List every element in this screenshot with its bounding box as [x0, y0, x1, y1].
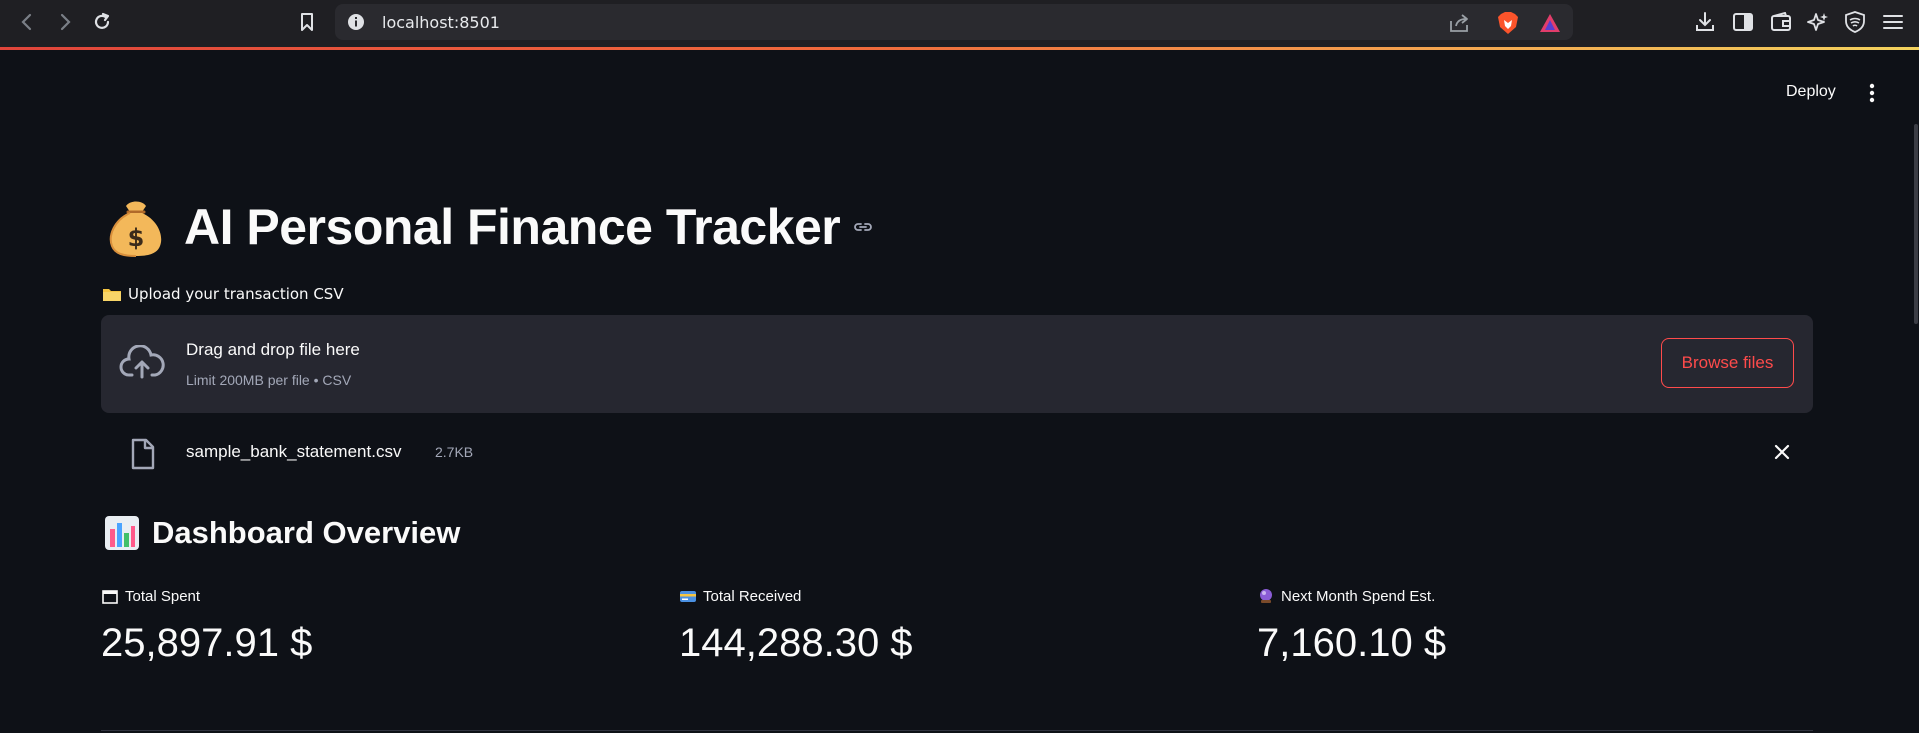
- metric-value: 25,897.91 $: [101, 621, 313, 665]
- page-load-accent-bar: [0, 47, 1919, 50]
- metric-value: 7,160.10 $: [1257, 621, 1447, 665]
- uploaded-file-size: 2.7KB: [435, 444, 474, 460]
- uploaded-file-name: sample_bank_statement.csv: [186, 442, 402, 461]
- bookmark-icon[interactable]: [293, 8, 321, 36]
- browser-toolbar: localhost:8501: [0, 0, 1919, 50]
- uploaded-file-row: sample_bank_statement.csv 2.7KB: [101, 432, 1813, 472]
- money-bag-icon: $: [102, 196, 170, 258]
- svg-text:$: $: [128, 224, 145, 252]
- section-divider: [101, 730, 1813, 731]
- metric-value: 144,288.30 $: [679, 621, 913, 665]
- file-icon: [129, 438, 157, 470]
- sidebar-toggle-icon[interactable]: [1731, 10, 1755, 34]
- calendar-icon: [101, 588, 119, 604]
- page-title-row: $ AI Personal Finance Tracker: [102, 192, 874, 262]
- reload-icon[interactable]: [88, 8, 116, 36]
- dropzone-title: Drag and drop file here: [186, 340, 360, 359]
- leo-ai-icon[interactable]: [1806, 10, 1830, 34]
- share-icon[interactable]: [1448, 12, 1470, 34]
- back-icon[interactable]: [13, 8, 41, 36]
- address-bar[interactable]: localhost:8501: [335, 4, 1573, 40]
- wallet-icon[interactable]: [1769, 10, 1793, 34]
- download-icon[interactable]: [1693, 10, 1717, 34]
- metric-total-received: Total Received 144,288.30 $: [679, 586, 913, 666]
- metric-label: Next Month Spend Est.: [1281, 587, 1436, 605]
- page-scrollbar[interactable]: [1914, 124, 1918, 324]
- forward-icon[interactable]: [51, 8, 79, 36]
- deploy-button[interactable]: Deploy: [1786, 83, 1836, 101]
- site-info-icon[interactable]: [347, 13, 365, 31]
- menu-icon[interactable]: [1881, 10, 1905, 34]
- uploader-label-text: Upload your transaction CSV: [128, 285, 344, 303]
- vpn-shield-icon[interactable]: [1843, 10, 1867, 34]
- credit-card-icon: [679, 588, 697, 604]
- brave-rewards-icon[interactable]: [1539, 12, 1561, 34]
- brave-shields-icon[interactable]: [1497, 11, 1519, 35]
- anchor-link-icon[interactable]: [852, 216, 874, 238]
- file-dropzone[interactable]: Drag and drop file here Limit 200MB per …: [101, 315, 1813, 413]
- cloud-upload-icon: [119, 344, 165, 381]
- bar-chart-icon: [104, 515, 140, 551]
- folder-icon: [102, 286, 122, 302]
- metric-total-spent: Total Spent 25,897.91 $: [101, 586, 312, 666]
- crystal-ball-icon: [1257, 588, 1275, 604]
- url-text[interactable]: localhost:8501: [382, 13, 500, 32]
- page-title: AI Personal Finance Tracker: [184, 199, 841, 255]
- dashboard-title: Dashboard Overview: [152, 515, 461, 550]
- metric-label: Total Spent: [125, 587, 201, 605]
- browse-files-button[interactable]: Browse files: [1661, 338, 1794, 388]
- metric-label: Total Received: [703, 587, 802, 605]
- uploader-label: Upload your transaction CSV: [102, 285, 344, 303]
- dashboard-heading-row: Dashboard Overview: [104, 515, 460, 551]
- metric-next-month-estimate: Next Month Spend Est. 7,160.10 $: [1257, 586, 1446, 666]
- dropzone-limit-text: Limit 200MB per file • CSV: [186, 372, 352, 388]
- remove-file-icon[interactable]: [1773, 443, 1791, 461]
- more-options-icon[interactable]: [1862, 81, 1882, 105]
